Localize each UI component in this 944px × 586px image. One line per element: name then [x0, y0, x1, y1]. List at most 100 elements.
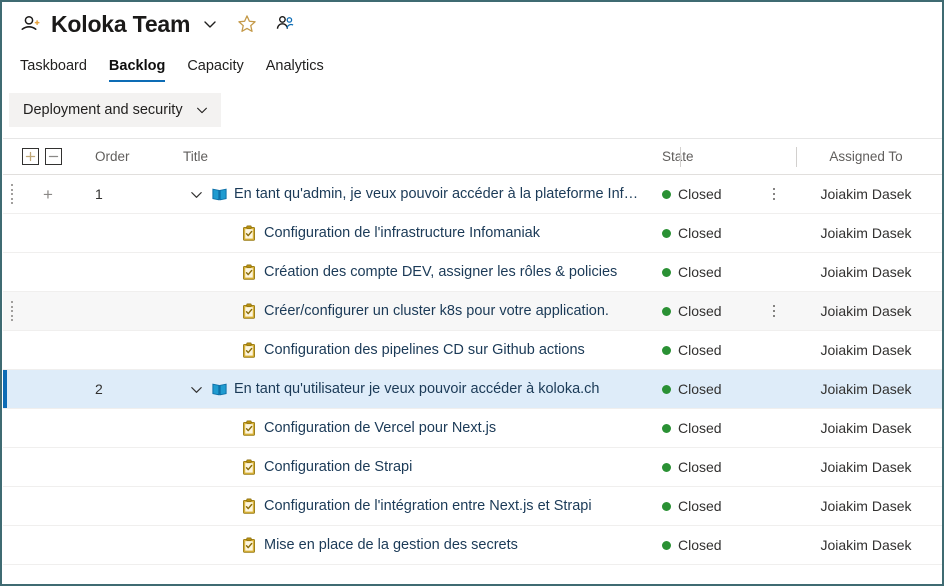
table-row[interactable]: Configuration de Strapi Closed Joiakim Das…	[3, 448, 942, 487]
state-dot-icon	[662, 462, 671, 472]
status-badge: Closed	[642, 420, 758, 436]
row-state: Closed	[678, 420, 722, 436]
status-badge: Closed	[642, 303, 758, 319]
row-state: Closed	[678, 459, 722, 475]
status-badge: Closed	[642, 186, 758, 202]
page-title: Koloka Team	[51, 10, 191, 37]
column-header-assigned-to[interactable]: Assigned To	[790, 149, 942, 164]
row-assigned-to: Joiakim Dasek	[820, 303, 912, 319]
row-order: 1	[95, 186, 103, 202]
row-assigned-to: Joiakim Dasek	[820, 225, 912, 241]
row-title[interactable]: Créer/configurer un cluster k8s pour vot…	[264, 303, 609, 319]
backlog-page: Koloka Team Taskboard Backlog Capacity A…	[0, 0, 944, 586]
row-assigned-to: Joiakim Dasek	[820, 459, 912, 475]
row-title[interactable]: Création des compte DEV, assigner les rô…	[264, 264, 617, 280]
add-child-item-button[interactable]: +	[22, 186, 53, 203]
column-header-title[interactable]: Title	[179, 149, 642, 164]
iteration-picker[interactable]: Deployment and security	[9, 93, 221, 127]
team-header: Koloka Team	[3, 2, 942, 46]
chevron-down-icon	[195, 103, 209, 117]
tab-analytics[interactable]: Analytics	[255, 57, 335, 82]
row-more-actions-button[interactable]	[772, 304, 776, 318]
row-state: Closed	[678, 498, 722, 514]
column-divider	[680, 147, 681, 167]
status-badge: Closed	[642, 264, 758, 280]
row-state: Closed	[678, 225, 722, 241]
status-badge: Closed	[642, 342, 758, 358]
row-title[interactable]: En tant qu'admin, je veux pouvoir accéde…	[234, 186, 642, 202]
table-row[interactable]: Configuration de l'infrastructure Infoma…	[3, 214, 942, 253]
state-dot-icon	[662, 189, 671, 199]
table-row[interactable]: Configuration des pipelines CD sur Githu…	[3, 331, 942, 370]
table-row[interactable]: Configuration de Vercel pour Next.js Clos…	[3, 409, 942, 448]
book-icon	[209, 184, 229, 204]
status-badge: Closed	[642, 537, 758, 553]
column-header-order[interactable]: Order	[87, 149, 179, 164]
row-state: Closed	[678, 537, 722, 553]
team-chevron-down-icon[interactable]	[196, 10, 224, 38]
state-dot-icon	[662, 423, 671, 433]
grid-header-row: Order Title State Assigned To	[3, 139, 942, 175]
state-dot-icon	[662, 306, 671, 316]
expand-all-button[interactable]	[22, 148, 39, 165]
team-people-icon	[17, 11, 43, 37]
row-title[interactable]: Configuration de Vercel pour Next.js	[264, 420, 496, 436]
clipboard-check-icon	[239, 457, 259, 477]
clipboard-check-icon	[239, 301, 259, 321]
table-row[interactable]: Mise en place de la gestion des secrets C…	[3, 526, 942, 565]
tab-bar: Taskboard Backlog Capacity Analytics	[3, 50, 942, 82]
status-badge: Closed	[642, 225, 758, 241]
iteration-picker-label: Deployment and security	[23, 102, 183, 118]
state-dot-icon	[662, 345, 671, 355]
row-assigned-to: Joiakim Dasek	[820, 420, 912, 436]
row-assigned-to: Joiakim Dasek	[820, 498, 912, 514]
row-title[interactable]: Configuration de l'infrastructure Infoma…	[264, 225, 540, 241]
row-more-actions-button[interactable]	[772, 187, 776, 201]
tab-capacity[interactable]: Capacity	[176, 57, 254, 82]
clipboard-check-icon	[239, 418, 259, 438]
people-group-icon[interactable]	[270, 9, 300, 39]
row-assigned-to: Joiakim Dasek	[820, 342, 912, 358]
state-dot-icon	[662, 501, 671, 511]
clipboard-check-icon	[239, 496, 259, 516]
row-state: Closed	[678, 342, 722, 358]
table-row[interactable]: 2 En tant qu'utilisateur je veux pouvoir …	[3, 370, 942, 409]
tab-backlog[interactable]: Backlog	[98, 57, 176, 82]
clipboard-check-icon	[239, 340, 259, 360]
row-assigned-to: Joiakim Dasek	[820, 537, 912, 553]
table-row[interactable]: +1 En tant qu'admin, je veux pouvoir accé…	[3, 175, 942, 214]
row-title[interactable]: Configuration des pipelines CD sur Githu…	[264, 342, 585, 358]
row-expand-chevron-down-icon[interactable]	[183, 181, 209, 207]
clipboard-check-icon	[239, 262, 259, 282]
collapse-all-button[interactable]	[45, 148, 62, 165]
table-row[interactable]: Créer/configurer un cluster k8s pour vot…	[3, 292, 942, 331]
book-icon	[209, 379, 229, 399]
row-title[interactable]: Configuration de l'intégration entre Nex…	[264, 498, 592, 514]
clipboard-check-icon	[239, 223, 259, 243]
row-expand-chevron-down-icon[interactable]	[183, 376, 209, 402]
row-state: Closed	[678, 381, 722, 397]
row-assigned-to: Joiakim Dasek	[820, 381, 912, 397]
filter-bar: Deployment and security	[3, 82, 942, 132]
table-row[interactable]: Configuration de l'intégration entre Nex…	[3, 487, 942, 526]
table-row[interactable]: Création des compte DEV, assigner les rô…	[3, 253, 942, 292]
state-dot-icon	[662, 228, 671, 238]
column-header-state[interactable]: State	[642, 149, 758, 164]
tab-taskboard[interactable]: Taskboard	[9, 57, 98, 82]
star-outline-icon[interactable]	[232, 9, 262, 39]
row-order: 2	[95, 381, 103, 397]
row-title[interactable]: En tant qu'utilisateur je veux pouvoir a…	[234, 381, 599, 397]
row-assigned-to: Joiakim Dasek	[820, 186, 912, 202]
column-divider	[796, 147, 797, 167]
state-dot-icon	[662, 384, 671, 394]
row-title[interactable]: Mise en place de la gestion des secrets	[264, 537, 518, 553]
state-dot-icon	[662, 267, 671, 277]
row-title[interactable]: Configuration de Strapi	[264, 459, 412, 475]
status-badge: Closed	[642, 459, 758, 475]
drag-handle[interactable]	[11, 184, 14, 204]
status-badge: Closed	[642, 381, 758, 397]
row-state: Closed	[678, 303, 722, 319]
row-state: Closed	[678, 186, 722, 202]
backlog-grid: Order Title State Assigned To +1 En tant …	[3, 138, 942, 565]
drag-handle[interactable]	[11, 301, 14, 321]
